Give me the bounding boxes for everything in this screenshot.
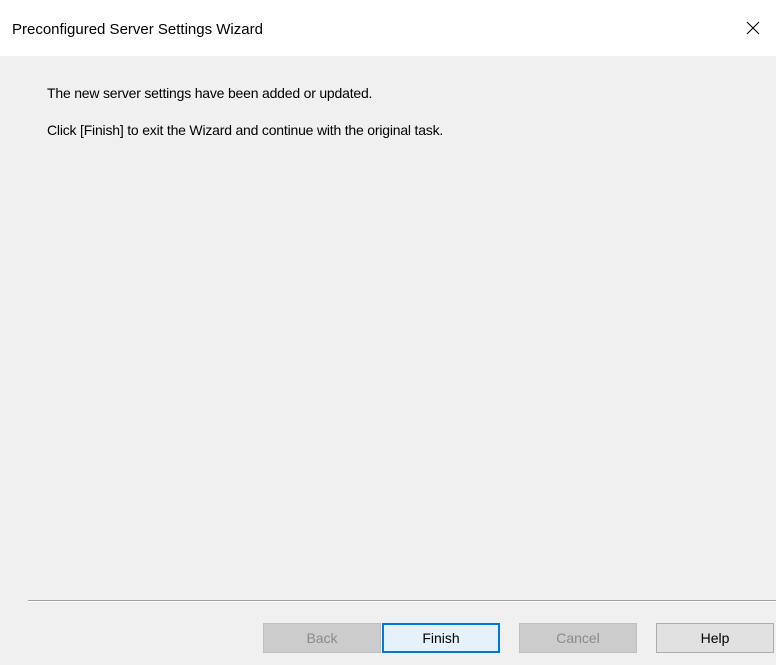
help-button[interactable]: Help bbox=[656, 623, 774, 653]
title-bar: Preconfigured Server Settings Wizard bbox=[0, 0, 776, 56]
window-title: Preconfigured Server Settings Wizard bbox=[12, 21, 263, 38]
close-button[interactable] bbox=[730, 0, 776, 56]
cancel-button[interactable]: Cancel bbox=[519, 623, 637, 653]
finish-button[interactable]: Finish bbox=[382, 623, 500, 653]
close-icon bbox=[746, 21, 760, 35]
button-divider bbox=[28, 600, 776, 602]
back-button[interactable]: Back bbox=[263, 623, 381, 653]
instruction-message: Click [Finish] to exit the Wizard and co… bbox=[47, 122, 444, 138]
wizard-content: The new server settings have been added … bbox=[0, 56, 776, 665]
status-message: The new server settings have been added … bbox=[47, 85, 373, 101]
